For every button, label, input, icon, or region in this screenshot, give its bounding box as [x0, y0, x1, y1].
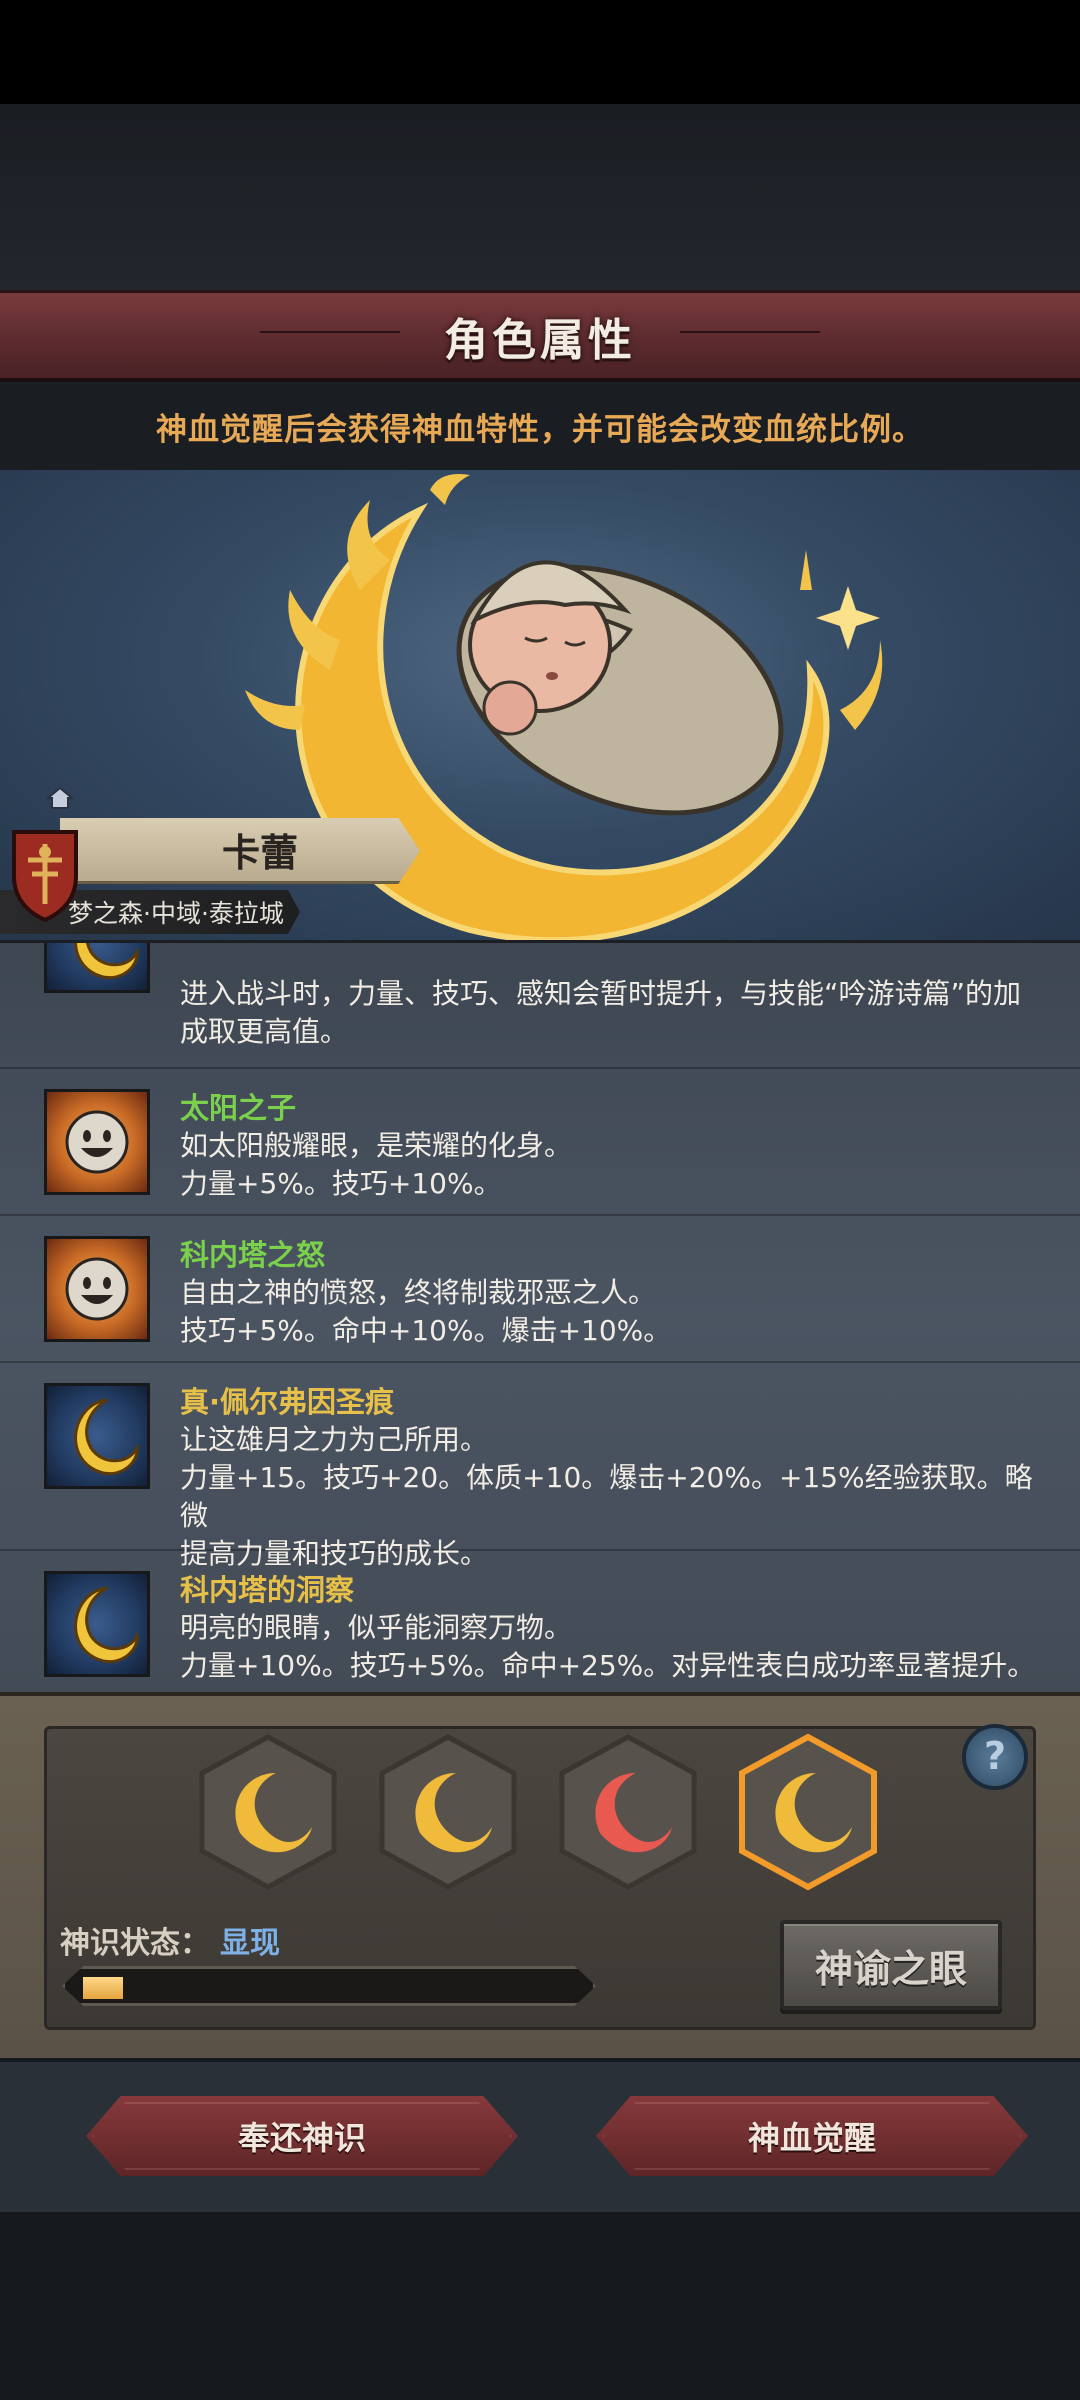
- page-title: 角色属性: [444, 314, 636, 366]
- slot-crescent-selected-icon[interactable]: [736, 1733, 880, 1891]
- trait-name: 真·佩尔弗因圣痕: [180, 1385, 395, 1419]
- trait-item[interactable]: 真·佩尔弗因圣痕 让这雄月之力为己所用。 力量+15。技巧+20。体质+10。爆…: [0, 1363, 1080, 1570]
- trait-item[interactable]: 科内塔的洞察 明亮的眼睛，似乎能洞察万物。 力量+10%。技巧+5%。命中+25…: [0, 1551, 1080, 1692]
- slot-crescent-icon[interactable]: [376, 1733, 520, 1891]
- trait-description: 明亮的眼睛，似乎能洞察万物。 力量+10%。技巧+5%。命中+25%。对异性表白…: [180, 1611, 1036, 1682]
- trait-list[interactable]: 进入战斗时，力量、技巧、感知会暂时提升，与技能“吟游诗篇”的加 成取更高值。 太…: [0, 940, 1080, 1692]
- moon-icon: [44, 1383, 150, 1489]
- nav-area: [0, 2212, 1080, 2400]
- crest-shield-icon: [12, 830, 78, 922]
- trait-item[interactable]: 科内塔之怒 自由之神的愤怒，终将制裁邪恶之人。 技巧+5%。命中+10%。爆击+…: [0, 1216, 1080, 1363]
- trait-item[interactable]: 进入战斗时，力量、技巧、感知会暂时提升，与技能“吟游诗篇”的加 成取更高值。: [0, 943, 1080, 1069]
- notice-banner: 神血觉醒后会获得神血特性，并可能会改变血统比例。: [0, 382, 1080, 470]
- oracle-eye-button[interactable]: 神谕之眼: [780, 1920, 1002, 2010]
- return-divine-sense-label: 奉还神识: [237, 2119, 366, 2157]
- trait-name: 科内塔之怒: [180, 1238, 326, 1272]
- trait-description: 自由之神的愤怒，终将制裁邪恶之人。 技巧+5%。命中+10%。爆击+10%。: [180, 1276, 672, 1347]
- slot-crescent-icon[interactable]: [196, 1733, 340, 1891]
- return-divine-sense-button[interactable]: 奉还神识: [86, 2096, 518, 2176]
- blood-awaken-label: 神血觉醒: [747, 2119, 876, 2157]
- notice-text: 神血觉醒后会获得神血特性，并可能会改变血统比例。: [156, 411, 924, 448]
- oracle-eye-label: 神谕之眼: [814, 1946, 967, 1991]
- title-bar: 角色属性: [0, 290, 1080, 382]
- help-button[interactable]: ?: [962, 1724, 1028, 1790]
- divine-sense-progress-bar: [62, 1966, 596, 2006]
- top-bar: [0, 0, 1080, 104]
- character-origin: 梦之森·中域·泰拉城: [68, 899, 284, 928]
- sun-face-icon: [44, 1236, 150, 1342]
- status-label: 神识状态：: [60, 1926, 210, 1961]
- trait-name: 太阳之子: [180, 1091, 297, 1125]
- character-name: 卡蕾: [221, 831, 298, 875]
- slot-crescent-red-icon[interactable]: [556, 1733, 700, 1891]
- trait-name: 科内塔的洞察: [180, 1573, 355, 1607]
- trait-description: 如太阳般耀眼，是荣耀的化身。 力量+5%。技巧+10%。: [180, 1129, 573, 1200]
- dim-overlay: [0, 104, 1080, 290]
- blood-awaken-button[interactable]: 神血觉醒: [596, 2096, 1028, 2176]
- moon-icon: [44, 1571, 150, 1677]
- sun-face-icon: [44, 1089, 150, 1195]
- trait-item[interactable]: 太阳之子 如太阳般耀眼，是荣耀的化身。 力量+5%。技巧+10%。: [0, 1069, 1080, 1216]
- trait-description: 进入战斗时，力量、技巧、感知会暂时提升，与技能“吟游诗篇”的加 成取更高值。: [180, 977, 1022, 1048]
- progress-fill: [83, 1977, 123, 1999]
- home-icon[interactable]: [46, 786, 74, 810]
- moon-icon: [44, 943, 150, 993]
- status-value: 显现: [220, 1926, 280, 1961]
- divine-sense-status: 神识状态： 显现: [60, 1918, 280, 1962]
- character-name-banner: 卡蕾: [60, 818, 420, 884]
